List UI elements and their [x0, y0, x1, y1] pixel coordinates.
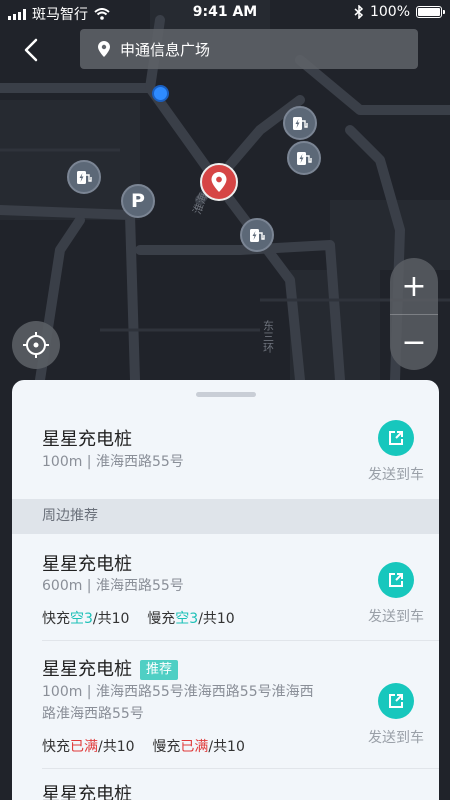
send-to-car-button[interactable]: 发送到车 [361, 562, 431, 626]
location-pin-icon [211, 172, 227, 192]
charger-availability: 快充空3/共10 慢充空3/共10 [42, 611, 235, 627]
battery-icon [416, 6, 445, 18]
charger-availability: 快充已满/共10 慢充已满/共10 [42, 739, 245, 755]
locate-button[interactable] [12, 321, 60, 369]
destination-marker[interactable] [200, 163, 238, 201]
zoom-controls: + − [390, 258, 438, 370]
parking-label: P [131, 190, 145, 212]
crosshair-icon [23, 332, 49, 358]
drag-handle[interactable] [196, 392, 256, 397]
charging-station-marker[interactable] [67, 160, 101, 194]
poi-name: 星星充电桩 [42, 554, 132, 575]
poi-bottom-sheet: 星星充电桩 100m | 淮海西路55号 发送到车 周边推荐 星星充电桩 600… [12, 380, 439, 800]
share-icon [378, 683, 414, 719]
poi-name: 星星充电桩 [42, 429, 132, 450]
road-label: 东三环 [262, 320, 275, 353]
location-pin-icon [98, 41, 110, 57]
send-to-car-button[interactable]: 发送到车 [361, 683, 431, 747]
chevron-left-icon [24, 38, 38, 62]
search-bar[interactable]: 申通信息广场 [80, 29, 418, 69]
battery-percent: 100% [369, 4, 410, 20]
status-bar: 斑马智行 9:41 AM 100% [0, 0, 450, 26]
charger-icon [297, 152, 312, 165]
search-text: 申通信息广场 [120, 40, 211, 59]
zoom-in-button[interactable]: + [390, 258, 438, 314]
section-header: 周边推荐 [12, 499, 439, 534]
send-to-car-button[interactable]: 发送到车 [361, 420, 431, 484]
charger-icon [77, 171, 92, 184]
recommend-badge: 推荐 [140, 660, 179, 680]
share-icon [378, 420, 414, 456]
charging-station-marker[interactable] [283, 106, 317, 140]
bluetooth-icon [354, 5, 364, 19]
charging-station-marker[interactable] [240, 218, 274, 252]
current-location-marker [152, 85, 169, 102]
poi-info: 100m | 淮海西路55号 [42, 454, 184, 470]
poi-name: 星星充电桩 [42, 784, 132, 800]
charging-station-marker[interactable] [287, 141, 321, 175]
charger-icon [250, 229, 265, 242]
zoom-out-button[interactable]: − [390, 314, 438, 370]
poi-info: 600m | 淮海西路55号 [42, 578, 184, 594]
poi-name: 星星充电桩 推荐 [42, 655, 179, 681]
poi-info: 100m | 淮海西路55号淮海西路55号淮海西 路淮海西路55号 [42, 684, 314, 722]
charger-icon [293, 117, 308, 130]
share-icon [378, 562, 414, 598]
back-button[interactable] [16, 34, 48, 66]
parking-marker[interactable]: P [121, 184, 155, 218]
